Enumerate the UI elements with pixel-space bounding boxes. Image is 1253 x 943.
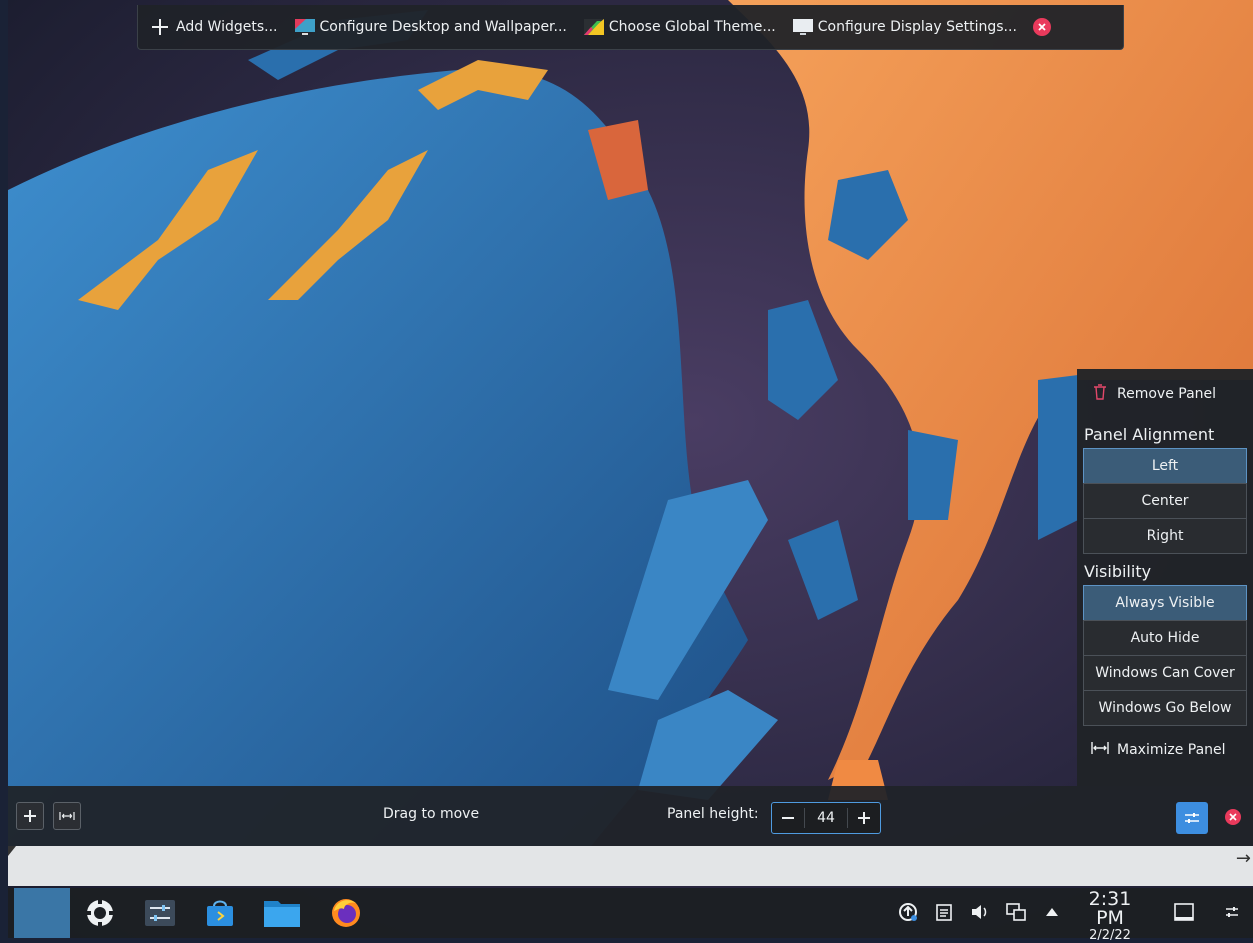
digital-clock[interactable]: 2:31 PM 2/2/22 [1072, 888, 1148, 943]
windows-go-below-button[interactable]: Windows Go Below [1083, 690, 1247, 726]
panel-height-label: Panel height: [667, 806, 759, 822]
maximize-icon [1091, 741, 1109, 759]
global-theme-label: Choose Global Theme... [608, 19, 776, 35]
panel-controller: Drag to move Panel height: 44 [8, 786, 1253, 846]
firefox-icon[interactable] [326, 893, 366, 933]
ruler-max-handle[interactable]: → [1236, 848, 1251, 869]
add-widgets-button[interactable]: Add Widgets... [150, 17, 278, 37]
application-launcher-icon[interactable] [80, 893, 120, 933]
panel-settings-icon[interactable] [1222, 902, 1242, 922]
global-theme-button[interactable]: Choose Global Theme... [583, 17, 776, 37]
add-widgets-label: Add Widgets... [176, 19, 278, 35]
more-settings-button[interactable] [1176, 802, 1208, 834]
spacer-icon [59, 812, 75, 820]
alignment-heading: Panel Alignment [1084, 424, 1215, 444]
add-spacer-button[interactable] [53, 802, 81, 830]
panel-options-menu: Remove Panel Panel Alignment Left Center… [1077, 369, 1253, 786]
decrease-height-button[interactable] [772, 803, 804, 833]
windows-can-cover-button[interactable]: Windows Can Cover [1083, 655, 1247, 691]
maximize-panel-label: Maximize Panel [1117, 742, 1226, 758]
taskbar-spacer-highlight [14, 888, 70, 938]
settings-sliders-icon [1185, 813, 1199, 823]
panel-ruler[interactable]: → [8, 846, 1253, 886]
configure-desktop-label: Configure Desktop and Wallpaper... [319, 19, 567, 35]
drag-to-move-label[interactable]: Drag to move [383, 806, 479, 822]
always-visible-button[interactable]: Always Visible [1083, 585, 1247, 621]
show-desktop-icon[interactable] [1174, 902, 1194, 922]
display-settings-label: Configure Display Settings... [817, 19, 1017, 35]
display-settings-button[interactable]: Configure Display Settings... [792, 17, 1017, 37]
global-theme-icon [583, 17, 604, 37]
clipboard-icon[interactable] [934, 902, 954, 922]
tray-expand-icon[interactable] [1042, 902, 1062, 922]
desktop-wallpaper-icon [294, 17, 315, 37]
discover-icon[interactable] [200, 893, 240, 933]
update-icon[interactable] [898, 902, 918, 922]
dolphin-file-manager-icon[interactable] [262, 893, 302, 933]
close-toolbar-icon[interactable] [1032, 18, 1051, 36]
increase-height-button[interactable] [848, 803, 880, 833]
remove-panel-label: Remove Panel [1117, 386, 1217, 402]
plus-icon [858, 812, 870, 824]
visibility-group: Always Visible Auto Hide Windows Can Cov… [1083, 585, 1247, 726]
system-settings-icon[interactable] [140, 893, 180, 933]
configure-desktop-button[interactable]: Configure Desktop and Wallpaper... [294, 17, 567, 37]
panel-height-value[interactable]: 44 [804, 808, 848, 828]
trash-icon [1093, 384, 1107, 404]
taskbar: 2:31 PM 2/2/22 [8, 888, 1253, 942]
align-left-button[interactable]: Left [1083, 448, 1247, 484]
plus-icon [24, 810, 36, 822]
desktop-toolbar: Add Widgets... Configure Desktop and Wal… [137, 5, 1124, 50]
minus-icon [782, 817, 794, 819]
auto-hide-button[interactable]: Auto Hide [1083, 620, 1247, 656]
add-widget-button[interactable] [16, 802, 44, 830]
clock-date: 2/2/22 [1089, 928, 1131, 943]
network-icon[interactable] [1006, 902, 1026, 922]
ruler-min-handle[interactable] [8, 846, 16, 856]
clock-time: 2:31 PM [1088, 888, 1132, 929]
align-right-button[interactable]: Right [1083, 518, 1247, 554]
maximize-panel-button[interactable]: Maximize Panel [1083, 730, 1247, 770]
display-icon [792, 17, 813, 37]
alignment-group: Left Center Right [1083, 448, 1247, 554]
plus-icon [150, 17, 170, 37]
volume-icon[interactable] [970, 902, 990, 922]
panel-height-spinbox[interactable]: 44 [771, 802, 881, 834]
align-center-button[interactable]: Center [1083, 483, 1247, 519]
remove-panel-button[interactable]: Remove Panel [1083, 369, 1247, 419]
close-panel-editing-icon[interactable] [1225, 809, 1241, 825]
visibility-heading: Visibility [1084, 561, 1152, 581]
